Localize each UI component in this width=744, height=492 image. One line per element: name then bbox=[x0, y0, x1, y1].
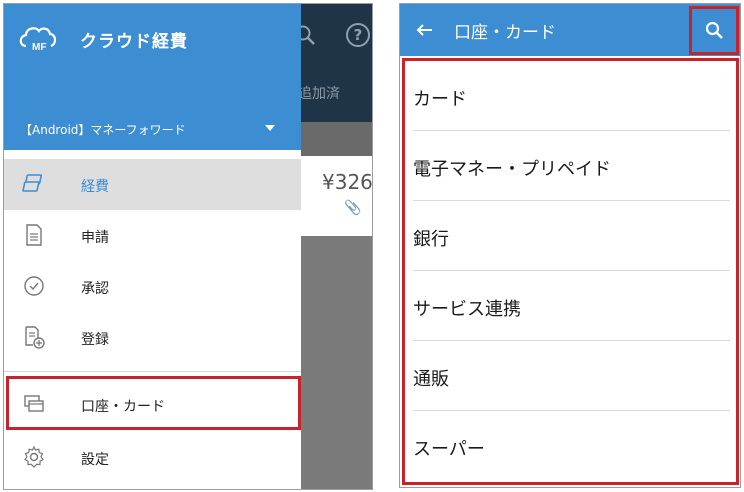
background-tab-label: 追加済 bbox=[298, 86, 340, 102]
cards-icon bbox=[22, 174, 42, 192]
wallet-card-icon bbox=[24, 395, 44, 412]
list-item-supermarket[interactable]: スーパー bbox=[405, 411, 736, 481]
menu-item-expenses[interactable]: 経費 bbox=[4, 159, 301, 210]
menu-item-label: 登録 bbox=[81, 332, 109, 348]
list-item-label: 銀行 bbox=[413, 229, 449, 250]
drawer-divider bbox=[4, 371, 301, 372]
menu-item-settings[interactable]: 設定 bbox=[4, 432, 301, 483]
document-icon bbox=[26, 224, 42, 246]
app-title: クラウド経費 bbox=[80, 32, 188, 52]
drawer-header: MF クラウド経費 【Android】マネーフォワード bbox=[4, 4, 301, 150]
menu-item-accounts-cards[interactable]: 口座・カード bbox=[4, 379, 301, 430]
list-item-service-link[interactable]: サービス連携 bbox=[405, 271, 736, 341]
back-arrow-icon[interactable] bbox=[412, 17, 438, 43]
menu-item-label: 経費 bbox=[81, 179, 109, 195]
right-phone-screen: 口座・カード カード 電子マネー・プリペイド 銀行 サービス連携 通販 スーパー bbox=[399, 3, 741, 488]
expense-amount: ¥326 bbox=[322, 170, 373, 194]
list-item-label: スーパー bbox=[413, 439, 485, 460]
menu-item-application[interactable]: 申請 bbox=[4, 210, 301, 261]
menu-item-register[interactable]: 登録 bbox=[4, 312, 301, 363]
menu-item-label: 申請 bbox=[81, 230, 109, 246]
app-logo: MF クラウド経費 bbox=[18, 22, 198, 56]
document-add-icon bbox=[25, 326, 45, 349]
list-item-card[interactable]: カード bbox=[405, 61, 736, 131]
list-item-bank[interactable]: 銀行 bbox=[405, 201, 736, 271]
gear-icon bbox=[24, 445, 44, 468]
menu-item-label: 承認 bbox=[81, 281, 109, 297]
help-icon: ? bbox=[346, 23, 370, 47]
page-title: 口座・カード bbox=[454, 23, 556, 43]
app-bar: 口座・カード bbox=[400, 4, 740, 56]
menu-item-label: 口座・カード bbox=[81, 399, 165, 415]
cloud-logo-icon: MF bbox=[19, 27, 57, 53]
search-button[interactable] bbox=[689, 6, 739, 55]
list-item-label: サービス連携 bbox=[413, 299, 521, 320]
list-item-label: カード bbox=[413, 89, 467, 110]
svg-text:MF: MF bbox=[32, 42, 46, 53]
dropdown-arrow-icon[interactable] bbox=[265, 125, 275, 131]
list-item-label: 通販 bbox=[413, 369, 449, 390]
account-selector-label[interactable]: 【Android】マネーフォワード bbox=[20, 121, 186, 138]
navigation-drawer: MF クラウド経費 【Android】マネーフォワード 経費 申請 承認 登録 … bbox=[4, 4, 301, 489]
check-circle-icon bbox=[24, 276, 44, 296]
paperclip-icon: 📎 bbox=[344, 200, 362, 216]
account-type-list: カード 電子マネー・プリペイド 銀行 サービス連携 通販 スーパー bbox=[402, 58, 739, 485]
menu-item-label: 設定 bbox=[81, 452, 109, 468]
search-icon bbox=[705, 21, 723, 39]
menu-item-approval[interactable]: 承認 bbox=[4, 261, 301, 312]
left-phone-screen: ? 追加済 ¥326 📎 MF クラウド経費 【Android】マネーフォワード bbox=[3, 3, 373, 490]
list-item-label: 電子マネー・プリペイド bbox=[413, 159, 611, 180]
list-item-emoney[interactable]: 電子マネー・プリペイド bbox=[405, 131, 736, 201]
list-item-mail-order[interactable]: 通販 bbox=[405, 341, 736, 411]
